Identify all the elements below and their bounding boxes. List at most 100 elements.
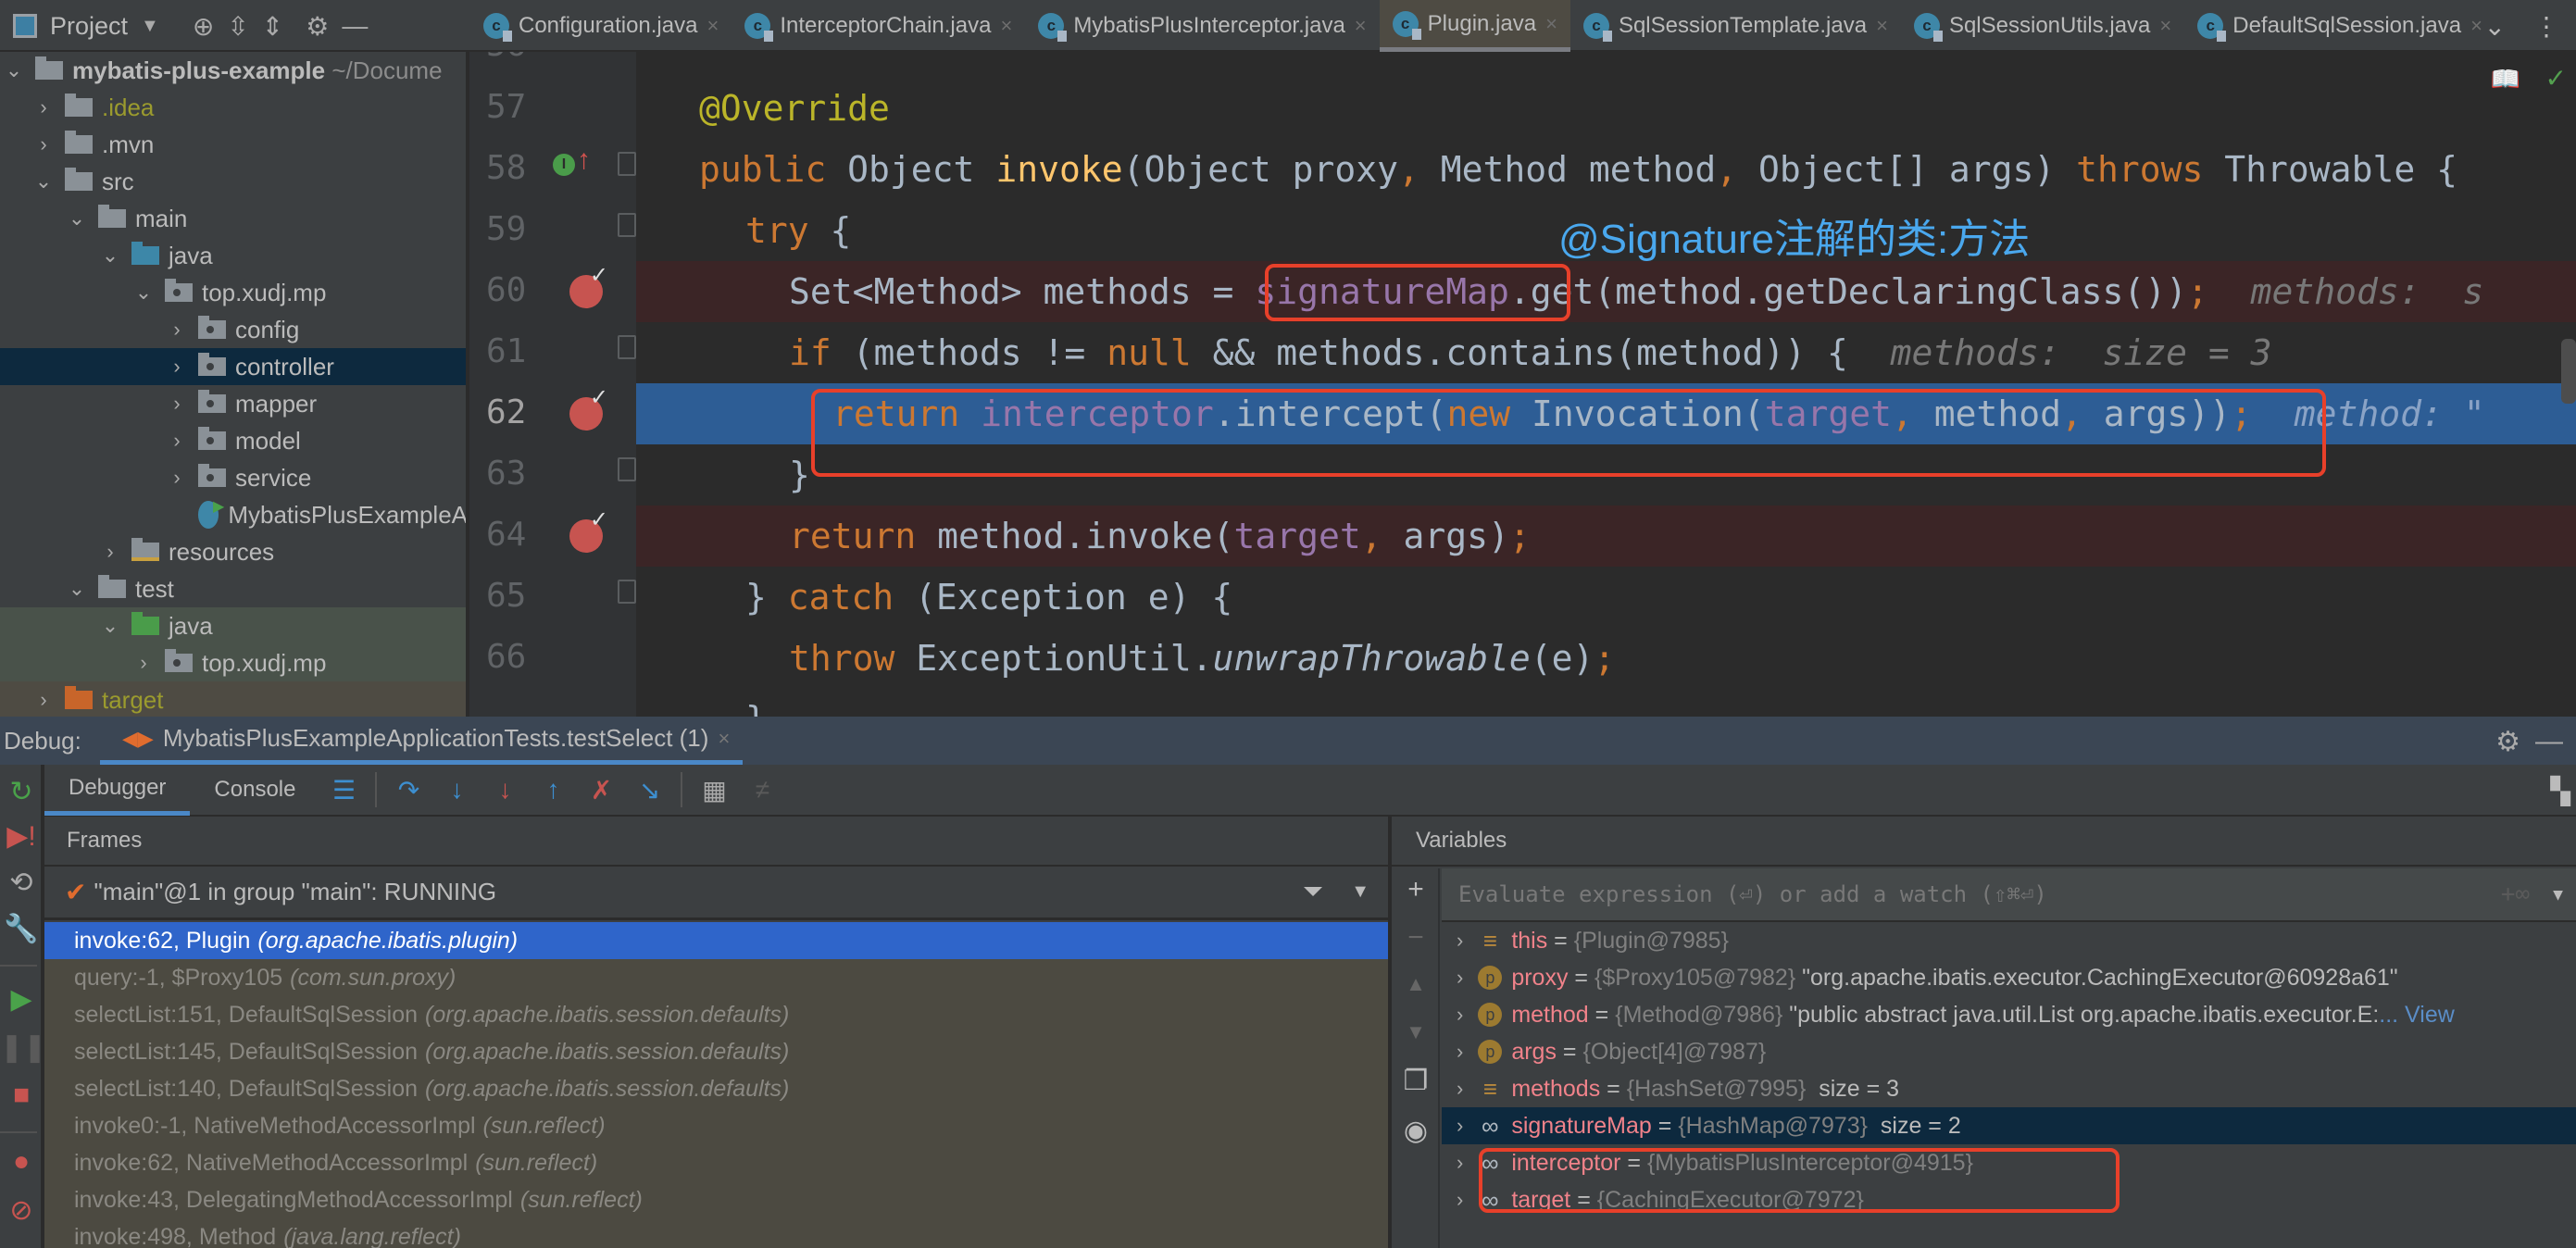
evaluate-expression-icon[interactable]: ▦ [701,775,727,805]
thread-selector[interactable]: ✔ "main"@1 in group "main": RUNNING ⏷ ▼ [44,867,1388,920]
variable-row[interactable]: › p method = {Method@7986} "public abstrac… [1442,996,2576,1033]
tree-item-service[interactable]: › service [0,459,466,496]
chevron-right-icon[interactable]: › [33,95,54,119]
view-link[interactable]: ... View [2379,1002,2455,1029]
editor-scrollbar[interactable] [2561,339,2576,404]
filter-icon[interactable]: ⏷ [1303,877,1323,907]
wrench-icon[interactable]: 🔧 [0,913,43,945]
chevron-down-icon[interactable]: ⌄ [100,614,120,638]
remove-watch-icon[interactable]: − [1392,922,1440,954]
chevron-right-icon[interactable]: › [1457,1040,1463,1064]
tree-item-main[interactable]: ⌄ main [0,200,466,237]
frame-row[interactable]: selectList:145, DefaultSqlSession (org.ap… [44,1033,1388,1070]
tree-item-idea[interactable]: › .idea [0,89,466,126]
tree-item-src[interactable]: ⌄ src [0,163,466,200]
duplicate-watch-icon[interactable]: ❐ [1392,1065,1440,1097]
variable-row[interactable]: › ≡ this = {Plugin@7985} [1442,922,2576,959]
close-icon[interactable]: × [2470,14,2482,38]
chevron-right-icon[interactable]: › [33,688,54,712]
debug-session-tab[interactable]: ◀▶ MybatisPlusExampleApplicationTests.te… [100,717,744,765]
chevron-down-icon[interactable]: ⌄ [33,169,54,193]
chevron-down-icon[interactable]: ⌄ [67,577,87,601]
frame-row[interactable]: invoke:62, Plugin (org.apache.ibatis.plug… [44,922,1388,959]
tab-debugger[interactable]: Debugger [44,764,191,816]
close-icon[interactable]: × [1545,12,1557,36]
implements-icon[interactable]: I [553,154,575,176]
settings-icon[interactable]: ⚙ [2495,726,2520,758]
project-view-label[interactable]: Project [50,12,128,41]
close-icon[interactable]: × [2159,14,2171,38]
fold-icon[interactable] [618,580,636,604]
chevron-right-icon[interactable]: › [167,318,187,342]
variable-row[interactable]: › ∞ signatureMap = {HashMap@7973} size = 2 [1442,1107,2576,1144]
resume-icon[interactable]: ▶ [0,983,43,1016]
rerun-failed-icon[interactable]: ▶! [0,820,43,853]
close-icon[interactable]: × [1355,14,1367,38]
chevron-down-icon[interactable]: ▼ [1351,881,1369,903]
drop-frame-icon[interactable]: ✗ [588,775,614,805]
variable-row[interactable]: › ≡ methods = {HashSet@7995} size = 3 [1442,1070,2576,1107]
tab-console[interactable]: Console [190,764,319,816]
step-over-icon[interactable]: ↷ [395,775,421,805]
tree-item-mvn[interactable]: › .mvn [0,126,466,163]
close-icon[interactable]: × [707,14,719,38]
fold-icon[interactable] [618,457,636,481]
close-icon[interactable]: × [1000,14,1012,38]
move-down-icon[interactable]: ▼ [1392,1020,1440,1044]
chevron-right-icon[interactable]: › [167,429,187,453]
force-step-into-icon[interactable]: ↓ [492,775,518,805]
breakpoint-icon[interactable] [569,262,608,308]
chevron-down-icon[interactable]: ▼ [2553,885,2563,905]
fold-icon[interactable] [618,213,636,237]
tab-mybatis-plus-interceptor[interactable]: c MybatisPlusInterceptor.java × [1025,0,1379,52]
variable-row[interactable]: › p args = {Object[4]@7987} [1442,1033,2576,1070]
trace-current-stream-icon[interactable]: ≠ [749,775,775,805]
chevron-down-icon[interactable]: ⌄ [67,206,87,231]
breakpoint-icon[interactable] [569,506,608,553]
hide-icon[interactable]: — [342,11,368,41]
tab-plugin[interactable]: c Plugin.java × [1379,0,1570,52]
chevron-right-icon[interactable]: › [167,466,187,490]
no-problems-check-icon[interactable]: ✓ [2545,63,2567,94]
tab-sql-session-utils[interactable]: c SqlSessionUtils.java × [1901,0,2184,52]
tree-item-main-class[interactable]: ▶ MybatisPlusExampleA [0,496,466,533]
chevron-right-icon[interactable]: › [133,651,154,675]
add-to-watches-icon[interactable]: +∞ [2501,880,2530,908]
fold-icon[interactable] [618,152,636,176]
tab-configuration[interactable]: c Configuration.java × [470,0,732,52]
frame-row[interactable]: invoke:498, Method (java.lang.reflect) [44,1218,1388,1248]
code-editor[interactable]: 56 57 @Override 58 I ↑ public Object inv… [469,52,2576,717]
move-up-icon[interactable]: ▲ [1392,972,1440,996]
tree-item-target[interactable]: › target [0,681,466,717]
fold-icon[interactable] [618,335,636,359]
evaluate-expression-input[interactable]: Evaluate expression (⏎) or add a watch (… [1442,868,2576,922]
chevron-right-icon[interactable]: › [167,355,187,379]
chevron-down-icon[interactable]: ▼ [141,16,159,37]
view-breakpoints-icon[interactable]: ● [0,1146,43,1178]
settings-icon[interactable]: ⚙ [306,11,329,42]
tree-item-resources[interactable]: › resources [0,533,466,570]
tree-item-test-package[interactable]: › top.xudj.mp [0,644,466,681]
add-watch-icon[interactable]: + [1392,874,1440,905]
run-to-cursor-icon[interactable]: ↘ [636,775,662,805]
variable-row[interactable]: › p proxy = {$Proxy105@7982} "org.apache.i… [1442,959,2576,996]
chevron-right-icon[interactable]: › [1457,966,1463,990]
tree-item-config[interactable]: › config [0,311,466,348]
chevron-right-icon[interactable]: › [1457,1077,1463,1101]
chevron-down-icon[interactable]: ⌄ [100,243,120,268]
restore-layout-icon[interactable]: ⟲ [0,867,43,899]
tree-item-java[interactable]: ⌄ java [0,237,466,274]
tabs-dropdown-icon[interactable]: ⌄ [2484,0,2506,52]
chevron-right-icon[interactable]: › [167,392,187,416]
pause-icon[interactable]: ❚❚ [0,1031,46,1064]
breakpoint-icon[interactable] [569,384,608,431]
close-icon[interactable]: × [1876,14,1888,38]
frame-row[interactable]: invoke0:-1, NativeMethodAccessorImpl (sun… [44,1107,1388,1144]
collapse-all-icon[interactable]: ⇕ [262,11,283,42]
stop-icon[interactable]: ■ [0,1080,43,1111]
tree-item-test[interactable]: ⌄ test [0,570,466,607]
overrides-arrow-icon[interactable]: ↑ [577,144,591,176]
rerun-icon[interactable]: ↻ [0,776,43,808]
chevron-right-icon[interactable]: › [33,132,54,156]
frame-row[interactable]: query:-1, $Proxy105 (com.sun.proxy) [44,959,1388,996]
